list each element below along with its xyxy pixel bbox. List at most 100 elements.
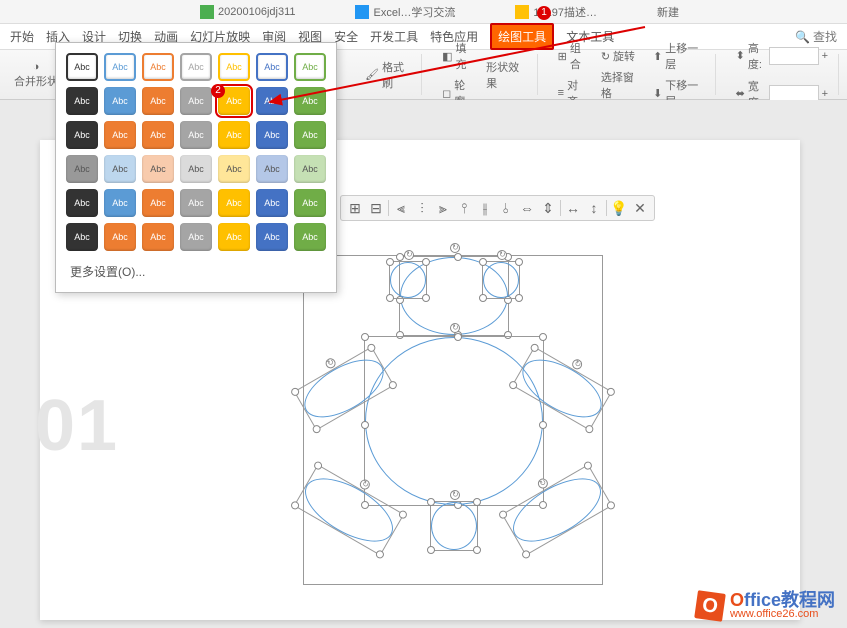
style-swatch[interactable]: Abc: [104, 53, 136, 81]
style-swatch[interactable]: Abc: [218, 121, 250, 149]
style-swatch[interactable]: Abc: [218, 155, 250, 183]
menu-security[interactable]: 安全: [334, 28, 358, 45]
style-swatch[interactable]: Abc: [256, 53, 288, 81]
style-swatch[interactable]: Abc: [66, 121, 98, 149]
qt-distribute-v-icon[interactable]: ⇕: [539, 199, 557, 217]
doc-tab[interactable]: Excel…学习交流: [355, 4, 455, 20]
style-swatch[interactable]: Abc: [142, 189, 174, 217]
style-swatch[interactable]: Abc: [104, 223, 136, 251]
merge-label: 合并形状: [14, 73, 58, 89]
style-swatch[interactable]: Abc: [104, 189, 136, 217]
watermark-title: Office教程网: [730, 591, 835, 609]
style-swatch[interactable]: Abc: [142, 53, 174, 81]
style-swatch[interactable]: Abc: [104, 87, 136, 115]
style-swatch[interactable]: Abc: [180, 121, 212, 149]
group-button[interactable]: ⊞组合: [554, 38, 593, 74]
new-tab[interactable]: 新建: [657, 4, 679, 20]
style-swatch[interactable]: Abc: [294, 121, 326, 149]
height-input[interactable]: [769, 47, 819, 65]
qt-same-height-icon[interactable]: ↕: [585, 199, 603, 217]
style-swatch[interactable]: Abc: [218, 189, 250, 217]
label: 上移一层: [665, 40, 704, 72]
qt-bulb-icon[interactable]: 💡: [610, 199, 628, 217]
style-swatch[interactable]: Abc: [294, 189, 326, 217]
rotate-button[interactable]: ↻旋转: [597, 46, 645, 66]
qt-align-left-icon[interactable]: ⫷: [392, 199, 410, 217]
qt-close-icon[interactable]: ✕: [631, 199, 649, 217]
new-tab-label: 新建: [657, 4, 679, 20]
style-swatch[interactable]: Abc: [256, 155, 288, 183]
qt-ungroup-icon[interactable]: ⊟: [367, 199, 385, 217]
style-swatch[interactable]: Abc: [256, 87, 288, 115]
doc-icon: [355, 5, 369, 19]
style-swatch[interactable]: Abc: [142, 87, 174, 115]
style-swatch[interactable]: Abc: [180, 53, 212, 81]
qt-group-icon[interactable]: ⊞: [346, 199, 364, 217]
more-settings-button[interactable]: 更多设置(O)...: [66, 257, 326, 282]
menu-devtools[interactable]: 开发工具: [370, 28, 418, 45]
qt-align-middle-icon[interactable]: ⫲: [476, 199, 494, 217]
style-swatch[interactable]: Abc: [104, 121, 136, 149]
callout-marker-2: 2: [211, 84, 225, 98]
qt-align-right-icon[interactable]: ⫸: [434, 199, 452, 217]
style-swatch[interactable]: Abc: [66, 53, 98, 81]
style-swatch[interactable]: Abc: [180, 87, 212, 115]
shape-belly-bounds[interactable]: [430, 501, 478, 551]
style-swatch[interactable]: Abc: [294, 155, 326, 183]
shape-style-gallery: AbcAbcAbcAbcAbcAbcAbcAbcAbcAbcAbcAbcAbcA…: [55, 42, 337, 293]
style-swatch[interactable]: Abc: [142, 121, 174, 149]
label: 选择窗格: [601, 69, 641, 101]
style-swatch[interactable]: Abc: [180, 223, 212, 251]
effects-button[interactable]: 形状效果: [482, 57, 531, 93]
watermark: O Office教程网 www.office26.com: [696, 591, 835, 620]
bring-forward-button[interactable]: ⬆上移一层: [649, 38, 709, 74]
label: 形状效果: [486, 59, 527, 91]
style-swatch[interactable]: Abc: [180, 155, 212, 183]
style-swatch[interactable]: Abc: [294, 87, 326, 115]
qt-align-top-icon[interactable]: ⫯: [455, 199, 473, 217]
doc-icon: [515, 5, 529, 19]
style-swatch[interactable]: Abc: [66, 87, 98, 115]
style-swatch[interactable]: Abc: [256, 189, 288, 217]
style-swatch[interactable]: Abc: [66, 223, 98, 251]
doc-tab[interactable]: 19197描述…: [515, 4, 597, 20]
qt-distribute-h-icon[interactable]: ⇔: [518, 199, 536, 217]
format-painter-button[interactable]: 🖌格式刷: [361, 57, 415, 93]
forward-icon: ⬆: [653, 50, 662, 63]
merge-icon: ◑: [33, 61, 40, 73]
fill-button[interactable]: ◧填充: [438, 38, 478, 74]
doc-tab[interactable]: 20200106jdj311: [200, 5, 295, 19]
style-swatch[interactable]: Abc: [218, 223, 250, 251]
style-swatch[interactable]: Abc: [142, 155, 174, 183]
selection-bounds[interactable]: [303, 255, 603, 585]
style-swatch[interactable]: Abc: [294, 223, 326, 251]
label: 旋转: [613, 48, 635, 64]
style-swatch[interactable]: Abc: [66, 189, 98, 217]
style-swatch[interactable]: Abc: [256, 223, 288, 251]
selection-pane-button[interactable]: 选择窗格: [597, 67, 645, 103]
qt-align-center-icon[interactable]: ⫶: [413, 199, 431, 217]
style-swatch[interactable]: Abc: [256, 121, 288, 149]
style-swatch[interactable]: Abc: [180, 189, 212, 217]
menu-home[interactable]: 开始: [10, 28, 34, 45]
menu-drawing-tools[interactable]: 绘图工具: [490, 23, 554, 50]
tab-label: Excel…学习交流: [373, 4, 455, 20]
qt-same-width-icon[interactable]: ↔: [564, 199, 582, 217]
group-icon: ⊞: [558, 50, 567, 63]
shape-ear-bounds[interactable]: [389, 261, 427, 299]
style-swatch[interactable]: Abc: [66, 155, 98, 183]
shape-body-bounds[interactable]: [364, 336, 544, 506]
callout-marker-1: 1: [537, 6, 551, 20]
style-swatch[interactable]: Abc: [294, 53, 326, 81]
height-icon: ⬍: [736, 49, 745, 62]
style-swatch[interactable]: Abc: [104, 155, 136, 183]
outline-icon: ◻: [442, 87, 451, 100]
style-swatch[interactable]: Abc: [218, 53, 250, 81]
watermark-url: www.office26.com: [730, 609, 835, 620]
size-group: ⬍高度:+ ⬌宽度:+: [726, 54, 839, 95]
shape-ear-bounds[interactable]: [482, 261, 520, 299]
qt-align-bottom-icon[interactable]: ⫰: [497, 199, 515, 217]
style-swatch[interactable]: Abc: [142, 223, 174, 251]
stepper[interactable]: +: [822, 88, 828, 100]
stepper[interactable]: +: [822, 50, 828, 62]
